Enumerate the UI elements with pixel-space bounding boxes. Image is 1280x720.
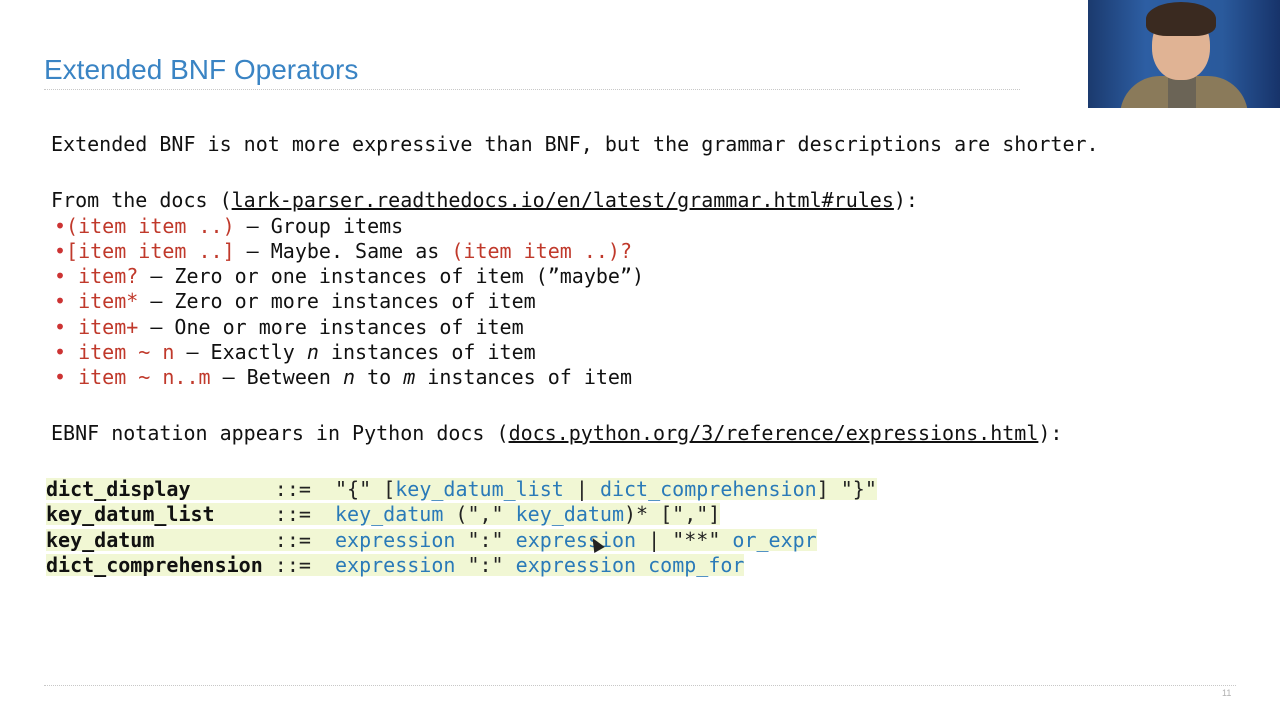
bullet-text: – Zero or more instances of item	[138, 289, 536, 314]
grammar-rule-operator: ::=	[274, 553, 311, 578]
rhs-token: (","	[443, 502, 516, 527]
grammar-rule-operator: ::=	[274, 477, 311, 501]
bullet-item: • item ~ n..m – Between n to m instances…	[54, 365, 632, 389]
rhs-token: expression	[335, 527, 456, 552]
bullet-item: • item* – Zero or more instances of item	[54, 289, 536, 313]
bullet-text-3: instances of item	[415, 365, 633, 390]
rhs-token	[636, 553, 648, 577]
grammar-rule-highlight: key_datum_list ::= key_datum ("," key_da…	[46, 502, 721, 527]
webcam-video	[1088, 0, 1280, 108]
grammar-rule-operator: ::=	[274, 527, 311, 552]
python-docs-line: EBNF notation appears in Python docs (do…	[51, 421, 1062, 445]
grammar-rule-rhs: expression ":" expression | "**" or_expr	[335, 528, 817, 552]
bullet-code: item ~ n..m	[66, 365, 211, 390]
bullet-italic-2: m	[403, 365, 416, 390]
bullet-italic: n	[343, 365, 356, 390]
rhs-token: dict_comprehension	[599, 477, 817, 501]
python-suffix: ):	[1038, 421, 1063, 445]
grammar-rule: key_datum ::= expression ":" expression …	[46, 528, 877, 553]
bullet-marker: •	[54, 365, 67, 390]
page-number: 11	[1222, 688, 1232, 698]
bullet-marker: •	[54, 289, 67, 314]
docs-suffix: ):	[893, 188, 918, 212]
bullet-code: item ~ n	[66, 340, 175, 364]
lark-docs-link[interactable]: lark-parser.readthedocs.io/en/latest/gra…	[232, 188, 894, 212]
grammar-rule: key_datum_list ::= key_datum ("," key_da…	[46, 502, 877, 527]
rhs-token: ":"	[455, 553, 516, 578]
bullet-text: – Zero or one instances of item (”maybe”…	[138, 264, 645, 289]
grammar-rule-rhs: "{" [key_datum_list | dict_comprehension…	[335, 477, 877, 501]
title-divider	[44, 89, 1020, 90]
grammar-block: dict_display ::= "{" [key_datum_list | d…	[46, 477, 877, 579]
bullet-text-2: to	[355, 365, 404, 390]
grammar-rule: dict_display ::= "{" [key_datum_list | d…	[46, 477, 877, 502]
bullet-text: – One or more instances of item	[138, 314, 524, 339]
rhs-token: expression	[515, 527, 637, 552]
intro-text: Extended BNF is not more expressive than…	[51, 132, 1099, 156]
footer-divider	[44, 685, 1236, 686]
rhs-token: key_datum	[335, 502, 444, 527]
bullet-marker: •	[54, 340, 67, 364]
grammar-rule-highlight: dict_comprehension ::= expression ":" ex…	[46, 553, 745, 578]
presenter-hair	[1146, 2, 1216, 36]
bullet-code: item+	[66, 314, 139, 339]
docs-prefix: From the docs (	[51, 188, 232, 212]
grammar-rule-name: dict_display	[46, 477, 191, 501]
docs-line: From the docs (lark-parser.readthedocs.i…	[51, 188, 918, 212]
rhs-token: )* [","]	[624, 502, 721, 527]
rhs-token: expression	[515, 553, 637, 578]
bullet-code: item?	[66, 264, 139, 289]
presenter-collar	[1168, 76, 1196, 108]
bullet-marker: •	[54, 314, 67, 339]
bullet-code: item*	[66, 289, 139, 314]
bullet-text: – Group items	[234, 213, 404, 238]
bullet-text: – Exactly	[174, 340, 307, 364]
rhs-token: key_datum_list	[395, 477, 564, 501]
rhs-token: ] "}"	[816, 477, 877, 501]
rhs-token: key_datum	[515, 502, 625, 527]
bullet-text: – Between	[210, 365, 343, 390]
bullet-marker: •	[54, 213, 67, 238]
python-docs-link[interactable]: docs.python.org/3/reference/expressions.…	[509, 421, 1039, 445]
rhs-token: or_expr	[732, 527, 817, 552]
grammar-rule-operator: ::=	[274, 502, 311, 527]
grammar-rule-highlight: dict_display ::= "{" [key_datum_list | d…	[46, 478, 877, 500]
bullet-code: (item item ..)	[66, 213, 235, 238]
grammar-rule: dict_comprehension ::= expression ":" ex…	[46, 553, 877, 578]
bullet-item: •(item item ..) – Group items	[54, 214, 403, 238]
grammar-rule-name: key_datum_list	[46, 502, 215, 527]
grammar-rule-rhs: key_datum ("," key_datum)* [","]	[335, 502, 720, 526]
bullet-italic: n	[306, 340, 319, 364]
bullet-text: – Maybe. Same as	[234, 238, 452, 263]
bullet-marker: •	[54, 264, 67, 289]
bullet-extra-code: (item item ..)?	[451, 238, 632, 263]
rhs-token: | "**"	[636, 527, 733, 552]
bullet-code: [item item ..]	[66, 238, 235, 263]
grammar-rule-name: key_datum	[46, 527, 155, 552]
slide-title: Extended BNF Operators	[44, 54, 359, 85]
grammar-rule-highlight: key_datum ::= expression ":" expression …	[46, 527, 817, 552]
bullet-text-2: instances of item	[318, 340, 536, 364]
bullet-marker: •	[54, 238, 67, 263]
python-prefix: EBNF notation appears in Python docs (	[51, 421, 509, 445]
bullet-item: • item+ – One or more instances of item	[54, 315, 524, 339]
bullet-item: • item? – Zero or one instances of item …	[54, 264, 644, 288]
rhs-token: expression	[335, 553, 456, 578]
rhs-token: |	[563, 477, 600, 501]
rhs-token: ":"	[455, 527, 516, 552]
grammar-rule-rhs: expression ":" expression comp_for	[335, 553, 744, 577]
rhs-token: comp_for	[648, 553, 745, 578]
bullet-item: •[item item ..] – Maybe. Same as (item i…	[54, 239, 632, 263]
grammar-rule-name: dict_comprehension	[46, 553, 263, 578]
bullet-item: • item ~ n – Exactly n instances of item	[54, 340, 536, 364]
rhs-token: "{" [	[335, 477, 396, 501]
